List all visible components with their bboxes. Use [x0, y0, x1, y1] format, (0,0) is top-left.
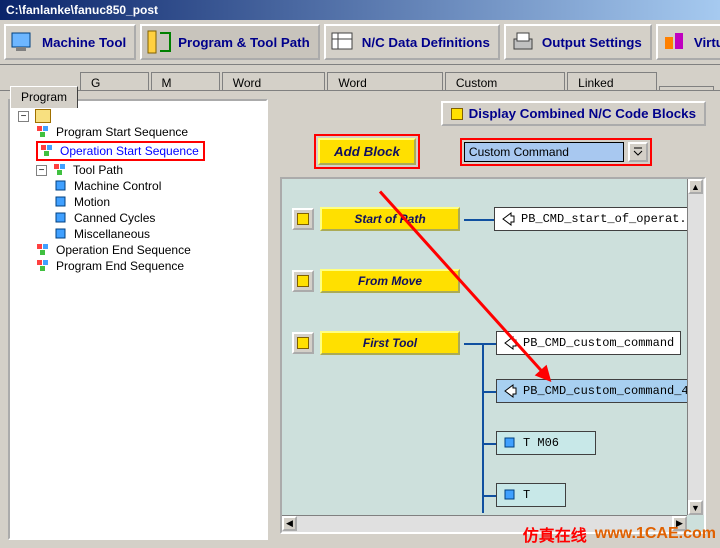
cubes-icon — [36, 259, 50, 273]
row-toggle-first-tool[interactable] — [292, 332, 314, 354]
nc-data-label: N/C Data Definitions — [362, 35, 490, 50]
cube-icon — [54, 179, 68, 193]
program-toolpath-button[interactable]: Program & Tool Path — [140, 24, 320, 60]
output-settings-button[interactable]: Output Settings — [504, 24, 652, 60]
collapse-icon[interactable]: − — [36, 165, 47, 176]
cubes-icon — [36, 125, 50, 139]
block-t-m06[interactable]: T M06 — [496, 431, 596, 455]
main-toolbar: Machine Tool Program & Tool Path N/C Dat… — [0, 20, 720, 65]
tree-panel: − Program Start Sequence Operation Start… — [8, 99, 268, 540]
machine-tool-icon — [10, 29, 36, 55]
scroll-down-button[interactable]: ▼ — [688, 500, 703, 515]
pointer-icon — [501, 212, 515, 226]
nc-data-button[interactable]: N/C Data Definitions — [324, 24, 500, 60]
cube-icon — [54, 211, 68, 225]
tree-tool-path-label: Tool Path — [71, 163, 125, 177]
tree-operation-end[interactable]: Operation End Sequence — [36, 243, 262, 257]
program-toolpath-label: Program & Tool Path — [178, 35, 310, 50]
event-from-move[interactable]: From Move — [320, 269, 460, 293]
row-start-of-path: Start of Path — [292, 207, 460, 231]
scroll-up-button[interactable]: ▲ — [688, 179, 703, 194]
square-icon — [451, 108, 463, 120]
collapse-icon[interactable]: − — [18, 111, 29, 122]
block-type-highlight: Custom Command — [460, 138, 652, 166]
pointer-icon — [503, 384, 517, 398]
virtual-label: Virtual — [694, 35, 720, 50]
virtual-button[interactable]: Virtual — [656, 24, 720, 60]
add-block-button[interactable]: Add Block — [318, 138, 416, 165]
tree-program-end[interactable]: Program End Sequence — [36, 259, 262, 273]
tree-miscellaneous[interactable]: Miscellaneous — [54, 227, 262, 241]
window-title: C:\fanlanke\fanuc850_post — [6, 3, 158, 17]
footer: 仿真在线 www.1CAE.com — [523, 522, 716, 546]
connector — [482, 343, 484, 513]
tree-program-start[interactable]: Program Start Sequence — [36, 125, 262, 139]
dropdown-button[interactable] — [628, 142, 648, 162]
cube-icon — [54, 195, 68, 209]
cubes-icon — [53, 163, 67, 177]
tree-program-start-label: Program Start Sequence — [54, 125, 190, 139]
sequence-tree[interactable]: − Program Start Sequence Operation Start… — [14, 109, 262, 273]
display-combined-label: Display Combined N/C Code Blocks — [469, 106, 696, 121]
add-block-highlight: Add Block — [314, 134, 420, 169]
tree-motion[interactable]: Motion — [54, 195, 262, 209]
vertical-scrollbar[interactable]: ▲ ▼ — [687, 179, 704, 515]
block-type-value: Custom Command — [469, 145, 569, 159]
block-custom-command-4[interactable]: PB_CMD_custom_command_4 — [496, 379, 696, 403]
display-combined-button[interactable]: Display Combined N/C Code Blocks — [441, 101, 706, 126]
program-toolpath-icon — [146, 29, 172, 55]
connector — [482, 391, 496, 393]
block-t[interactable]: T — [496, 483, 566, 507]
nc-data-icon — [330, 29, 356, 55]
cubes-icon — [36, 243, 50, 257]
row-first-tool: First Tool — [292, 331, 460, 355]
tree-tool-path[interactable]: − Tool Path — [36, 163, 262, 177]
folder-icon — [35, 109, 51, 123]
connector — [482, 443, 496, 445]
cube-icon — [503, 488, 517, 502]
footer-cn: 仿真在线 — [523, 522, 587, 546]
tree-canned-cycles[interactable]: Canned Cycles — [54, 211, 262, 225]
block-type-combo[interactable]: Custom Command — [464, 142, 624, 162]
scroll-left-button[interactable]: ◀ — [282, 516, 297, 531]
window-titlebar: C:\fanlanke\fanuc850_post — [0, 0, 720, 20]
row-from-move: From Move — [292, 269, 460, 293]
sequence-canvas: Start of Path PB_CMD_start_of_operat... … — [280, 177, 706, 534]
connector — [464, 219, 494, 221]
tree-operation-start-label: Operation Start Sequence — [58, 144, 201, 158]
printer-icon — [510, 29, 536, 55]
tree-operation-start[interactable]: Operation Start Sequence — [36, 141, 205, 161]
cube-icon — [54, 227, 68, 241]
cube-icon — [503, 436, 517, 450]
connector — [482, 343, 496, 345]
footer-url: www.1CAE.com — [595, 525, 716, 543]
connector — [464, 343, 484, 345]
row-toggle-start[interactable] — [292, 208, 314, 230]
cubes-icon — [40, 144, 54, 158]
virtual-icon — [662, 29, 688, 55]
row-toggle-from-move[interactable] — [292, 270, 314, 292]
block-start-of-operation[interactable]: PB_CMD_start_of_operat... — [494, 207, 706, 231]
event-first-tool[interactable]: First Tool — [320, 331, 460, 355]
chevron-down-icon — [633, 147, 643, 157]
connector — [482, 495, 496, 497]
add-row: Add Block Custom Command — [274, 130, 712, 177]
machine-tool-button[interactable]: Machine Tool — [4, 24, 136, 60]
workspace: − Program Start Sequence Operation Start… — [0, 90, 720, 548]
machine-tool-label: Machine Tool — [42, 35, 126, 50]
output-settings-label: Output Settings — [542, 35, 642, 50]
tree-machine-control[interactable]: Machine Control — [54, 179, 262, 193]
tree-root[interactable]: − — [18, 109, 262, 123]
tab-program[interactable]: Program — [10, 86, 78, 108]
event-start-of-path[interactable]: Start of Path — [320, 207, 460, 231]
